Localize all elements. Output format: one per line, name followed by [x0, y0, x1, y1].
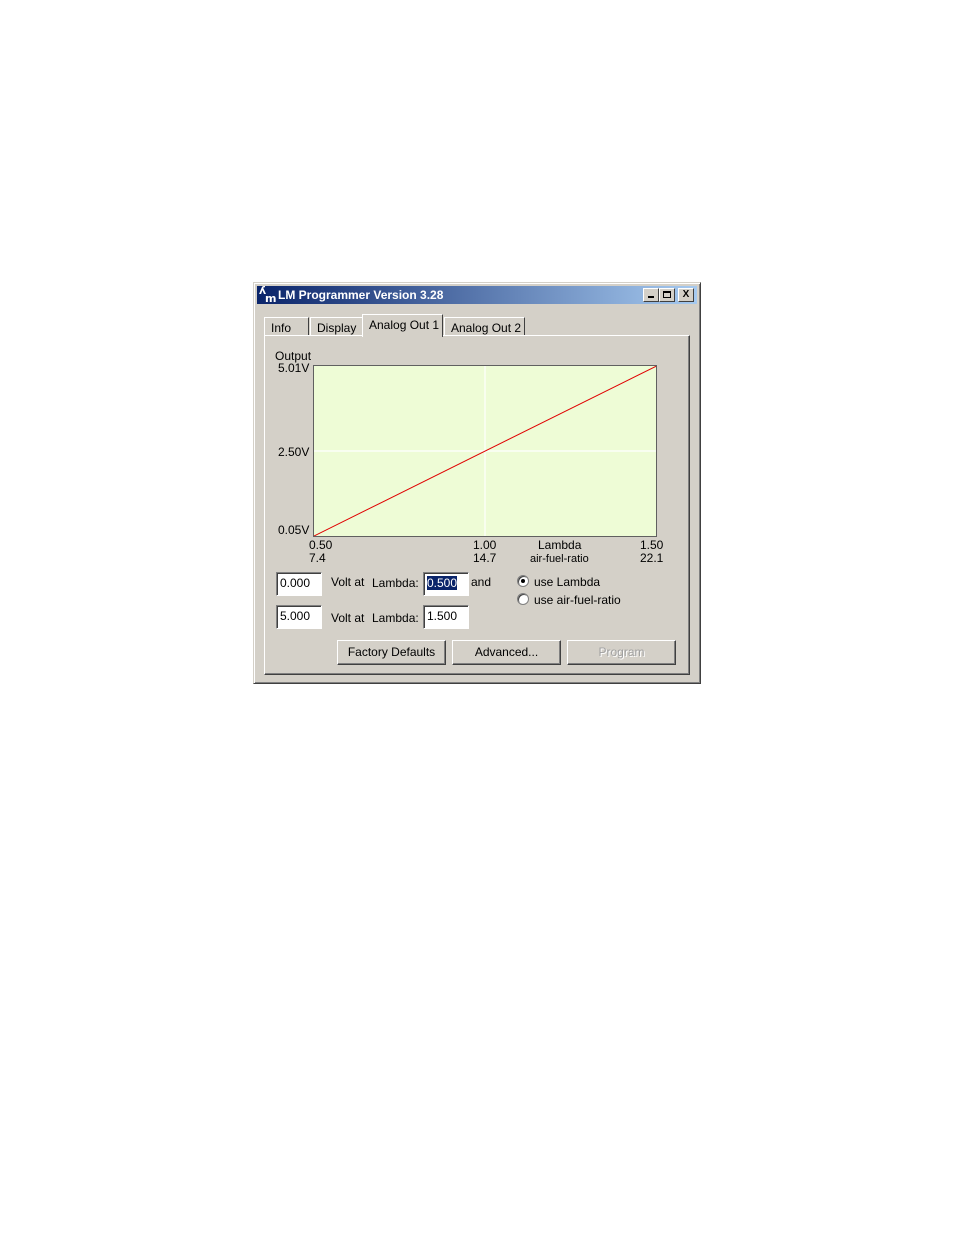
title-bar[interactable]: ʎm LM Programmer Version 3.28 X — [257, 284, 697, 305]
minimize-icon — [648, 296, 654, 298]
x-axis-label-afr: air-fuel-ratio — [530, 553, 589, 565]
volt-low-input[interactable]: 0.000 — [276, 572, 322, 596]
lambda-label: Lambda: — [372, 576, 419, 590]
lambda-low-input[interactable]: 0.500 — [423, 572, 469, 596]
volt-at-label: Volt at — [331, 611, 365, 625]
x-tick-afr: 7.4 — [309, 551, 326, 565]
lambda-high-input[interactable]: 1.500 — [423, 605, 469, 629]
radio-selected-dot — [521, 579, 525, 583]
output-plot-area — [313, 365, 657, 537]
lambda-low-value: 0.500 — [427, 576, 458, 590]
tab-analog-out-2[interactable]: Analog Out 2 — [444, 317, 525, 336]
advanced-button[interactable]: Advanced... — [452, 640, 561, 665]
maximize-icon — [663, 291, 671, 298]
tab-info[interactable]: Info — [264, 317, 309, 336]
minimize-button[interactable] — [643, 288, 659, 302]
lm-programmer-window: ʎm LM Programmer Version 3.28 X Info Dis… — [253, 282, 701, 684]
maximize-button[interactable] — [659, 288, 675, 302]
y-tick-label: 0.05V — [278, 523, 310, 537]
window-title: LM Programmer Version 3.28 — [278, 288, 444, 302]
x-tick-afr: 14.7 — [473, 551, 497, 565]
program-button[interactable]: Program — [567, 640, 676, 665]
close-icon: X — [682, 289, 690, 300]
app-logo-icon: ʎm — [259, 284, 277, 305]
lambda-output-chart — [314, 366, 656, 536]
tab-analog-out-1[interactable]: Analog Out 1 — [362, 314, 443, 337]
y-tick-label: 5.01V — [278, 361, 310, 375]
x-tick-afr: 22.1 — [640, 551, 664, 565]
lambda-label: Lambda: — [372, 611, 419, 625]
use-air-fuel-ratio-label[interactable]: use air-fuel-ratio — [534, 593, 621, 607]
use-lambda-radio[interactable] — [517, 575, 529, 587]
use-lambda-label[interactable]: use Lambda — [534, 575, 600, 589]
volt-high-input[interactable]: 5.000 — [276, 605, 322, 629]
close-button[interactable]: X — [678, 288, 694, 302]
and-label: and — [471, 575, 492, 589]
y-tick-label: 2.50V — [278, 445, 310, 459]
tab-display[interactable]: Display — [310, 317, 363, 336]
x-axis-label-lambda: Lambda — [538, 538, 582, 552]
use-air-fuel-ratio-radio[interactable] — [517, 593, 529, 605]
volt-at-label: Volt at — [331, 575, 365, 589]
factory-defaults-button[interactable]: Factory Defaults — [337, 640, 446, 665]
